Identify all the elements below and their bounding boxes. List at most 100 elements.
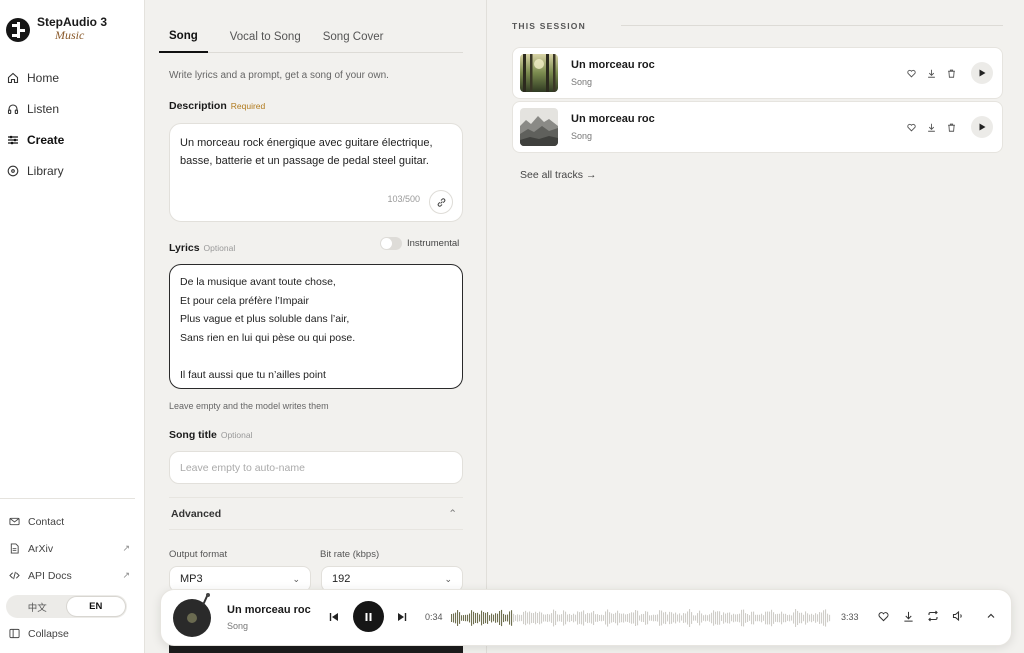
chevron-up-icon: ⌃ [448,507,457,520]
nav-item-create[interactable]: Create [6,124,138,155]
waveform-bar [547,613,549,623]
tab-song-cover[interactable]: Song Cover [323,20,384,53]
heart-icon[interactable] [905,67,917,79]
waveform-bar [809,614,811,622]
waveform-bar [513,613,515,623]
waveform-bar [613,613,615,623]
waveform-bar [693,615,695,621]
link-arxiv[interactable]: ArXiv ↗ [8,535,130,562]
waveform-bar [557,614,559,622]
waveform-bar [645,611,647,625]
elapsed-time: 0:34 [425,612,443,622]
waveform-bar [531,612,533,624]
collapse-button[interactable]: Collapse [8,627,69,640]
waveform-bar [569,613,571,623]
waveform-bar [479,614,481,622]
nav-label: Library [27,163,64,178]
waveform-bar [495,613,497,623]
waveform-bar [671,612,673,624]
waveform-bar [573,613,575,623]
home-icon [6,71,19,84]
download-icon[interactable] [925,121,937,133]
waveform-bar [623,613,625,623]
trash-icon[interactable] [945,67,957,79]
waveform-bar [803,614,805,622]
waveform-bar [829,614,831,622]
download-icon[interactable] [902,610,914,622]
lang-option-zh[interactable]: 中文 [8,597,67,616]
see-all-tracks-link[interactable]: See all tracks → [520,169,596,181]
tab-song[interactable]: Song [159,20,208,53]
description-textarea[interactable]: Un morceau rock énergique avec guitare é… [169,123,463,222]
next-track-icon[interactable] [397,611,407,625]
waveform-bar [785,613,787,623]
waveform-bar [593,610,595,626]
waveform-bar [741,609,743,627]
tab-vocal-to-song[interactable]: Vocal to Song [230,20,301,53]
nav-item-listen[interactable]: Listen [6,93,138,124]
previous-track-icon[interactable] [329,611,339,625]
download-icon[interactable] [925,67,937,79]
instrumental-toggle[interactable] [380,237,402,250]
waveform-bar [711,612,713,624]
total-duration: 3:33 [841,612,859,622]
track-title: Un morceau roc [571,113,655,125]
link-button[interactable] [429,190,453,214]
doc-icon [8,542,21,555]
advanced-toggle[interactable]: Advanced ⌃ [169,497,463,530]
now-playing-disc [173,593,211,637]
waveform-bar [545,614,547,622]
mode-tabs: Song Vocal to Song Song Cover [159,20,463,53]
waveform-bar [805,611,807,625]
waveform-bar [777,613,779,623]
lyrics-textarea[interactable]: De la musique avant toute chose, Et pour… [169,264,463,389]
waveform-bar [533,613,535,623]
play-button[interactable] [971,62,993,84]
waveform-bar [621,613,623,623]
waveform-bar [583,610,585,626]
waveform-bar [667,614,669,622]
waveform-bar [579,612,581,624]
waveform-bar [635,610,637,626]
track-card[interactable]: Un morceau roc Song [512,101,1003,153]
waveform-bar [657,614,659,622]
sidebar-collapse-icon [8,627,21,640]
waveform-bar [705,614,707,622]
waveform-bar [821,612,823,624]
volume-icon[interactable] [952,610,964,622]
lyrics-line: Plus vague et plus soluble dans l’air, [180,313,350,325]
waveform-bar [807,613,809,623]
heart-icon[interactable] [877,610,889,622]
heart-icon[interactable] [905,121,917,133]
sidebar-divider [0,498,135,499]
lang-option-en[interactable]: EN [66,597,125,616]
link-contact[interactable]: Contact [8,508,130,535]
play-button[interactable] [971,116,993,138]
waveform-bar [455,612,457,624]
repeat-icon[interactable] [927,610,939,622]
waveform-bar [685,613,687,623]
waveform-bar [749,615,751,621]
waveform-bar [819,612,821,624]
now-playing-type: Song [227,621,249,631]
song-title-input[interactable]: Leave empty to auto-name [169,451,463,484]
lyrics-label: Lyrics Optional [169,242,236,254]
waveform-bar [687,611,689,625]
nav-item-library[interactable]: Library [6,155,138,186]
link-api-docs[interactable]: API Docs ↗ [8,562,130,589]
track-card[interactable]: Un morceau roc Song [512,47,1003,99]
waveform-bar [519,614,521,622]
waveform-bar [639,615,641,621]
waveform-bar [731,614,733,622]
trash-icon[interactable] [945,121,957,133]
chevron-up-icon[interactable] [985,610,997,622]
app-logo[interactable]: StepAudio 3 Music [6,16,107,42]
pause-button[interactable] [353,601,384,632]
mail-icon [8,515,21,528]
nav-item-home[interactable]: Home [6,62,138,93]
waveform-bar [683,613,685,623]
waveform-scrubber[interactable] [451,607,831,629]
waveform-bar [633,612,635,624]
waveform-bar [763,615,765,621]
waveform-bar [769,611,771,625]
